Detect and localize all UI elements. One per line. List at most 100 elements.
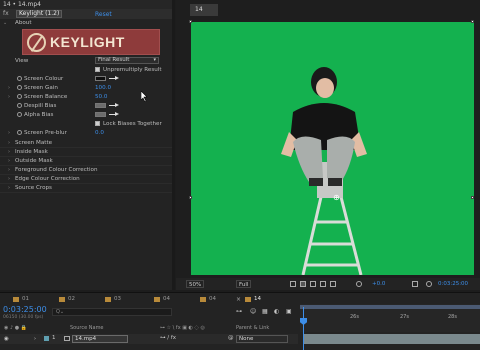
transform-handle[interactable] <box>189 20 192 23</box>
transform-handle[interactable] <box>471 196 474 199</box>
chevron-right-icon[interactable]: › <box>8 157 10 165</box>
panel-header: 14 • 14.mp4 <box>0 0 172 9</box>
layer-number: 1 <box>52 335 56 341</box>
despill-bias-swatch[interactable] <box>95 103 106 108</box>
frame-blend-icon[interactable]: ▦ <box>262 308 268 315</box>
stopwatch-icon[interactable] <box>17 112 22 117</box>
ruler-tick: 26s <box>350 314 359 320</box>
transform-handle[interactable] <box>471 20 474 23</box>
group-outside-mask[interactable]: › Outside Mask <box>0 157 172 165</box>
keylight-logo: KEYLIGHT <box>22 29 160 55</box>
alpha-bias-swatch[interactable] <box>95 112 106 117</box>
layer-track-bar[interactable] <box>304 334 480 344</box>
lock-biases-checkbox[interactable] <box>95 121 100 126</box>
tab-01[interactable]: 01 <box>12 295 29 304</box>
mask-icon[interactable] <box>310 281 316 287</box>
chevron-right-icon[interactable]: › <box>34 336 36 342</box>
timeline-tabs: 01 02 03 04 04 × 14 <box>0 292 480 304</box>
stopwatch-icon[interactable] <box>17 103 22 108</box>
green-screen-canvas[interactable]: ⊕ <box>191 22 474 275</box>
color-management-icon[interactable] <box>356 281 362 287</box>
shy-icon[interactable]: ☺ <box>250 308 256 315</box>
alpha-bias-label: Alpha Bias <box>24 112 54 118</box>
unpremultiply-label: Unpremultiply Result <box>103 67 162 73</box>
eyedropper-icon[interactable] <box>109 112 119 117</box>
motion-blur-icon[interactable]: ◐ <box>274 308 279 315</box>
playhead-line[interactable] <box>303 307 304 350</box>
pre-blur-value[interactable]: 0.0 <box>95 129 104 137</box>
chevron-right-icon[interactable]: › <box>8 148 10 156</box>
pickwhip-icon[interactable]: @ <box>228 335 234 341</box>
stopwatch-icon[interactable] <box>17 130 22 135</box>
screen-gain-value[interactable]: 100.0 <box>95 84 111 92</box>
exposure-value[interactable]: +0.0 <box>372 280 385 288</box>
eyedropper-icon[interactable] <box>109 76 119 81</box>
chevron-right-icon[interactable]: › <box>8 166 10 174</box>
chevron-right-icon[interactable]: › <box>8 129 10 137</box>
label-color-icon[interactable] <box>44 336 49 341</box>
unpremultiply-row: Unpremultiply Result <box>0 66 172 74</box>
zoom-dropdown[interactable]: 50% <box>186 280 205 288</box>
screen-colour-label: Screen Colour <box>24 76 64 82</box>
keylight-logo-icon <box>27 33 46 52</box>
channel-icon[interactable] <box>330 281 336 287</box>
panel-divider[interactable] <box>172 0 175 290</box>
tab-03[interactable]: 03 <box>104 295 121 304</box>
view-dropdown[interactable]: Final Result ▾ <box>95 57 159 64</box>
fx-toggle-icon[interactable]: fx <box>3 10 9 17</box>
screen-colour-swatch[interactable] <box>95 76 106 81</box>
viewer-timecode[interactable]: 0:03:25:00 <box>438 280 468 288</box>
stopwatch-icon[interactable] <box>17 85 22 90</box>
anchor-point-icon: ⊕ <box>333 193 340 202</box>
current-time[interactable]: 0:03:25:00 <box>3 305 47 314</box>
group-source-crops[interactable]: › Source Crops <box>0 184 172 192</box>
unpremultiply-checkbox[interactable] <box>95 67 100 72</box>
transparency-grid-icon[interactable] <box>300 281 306 287</box>
layer-row[interactable]: ◉ › 1 14.mp4 ⊶ ∕ fx @ None <box>0 334 298 344</box>
about-label: About <box>15 20 32 26</box>
group-label: Inside Mask <box>15 149 48 155</box>
eyedropper-icon[interactable] <box>109 103 119 108</box>
group-edge-colour-correction[interactable]: › Edge Colour Correction <box>0 175 172 183</box>
source-name-header: Source Name <box>70 325 104 331</box>
effect-controls-panel: 14 • 14.mp4 fx Keylight (1.2) Reset ⌄ Ab… <box>0 0 172 290</box>
tab-14[interactable]: 14 <box>244 295 261 304</box>
camera-icon[interactable] <box>412 281 418 287</box>
group-screen-matte[interactable]: › Screen Matte <box>0 139 172 147</box>
effect-row[interactable]: fx Keylight (1.2) Reset <box>0 9 172 19</box>
group-foreground-colour-correction[interactable]: › Foreground Colour Correction <box>0 166 172 174</box>
parent-dropdown[interactable]: None <box>236 335 288 343</box>
chevron-right-icon[interactable]: › <box>8 139 10 147</box>
effect-name[interactable]: Keylight (1.2) <box>16 10 63 18</box>
tab-02[interactable]: 02 <box>58 295 75 304</box>
tab-04[interactable]: 04 <box>153 295 170 304</box>
chevron-right-icon[interactable]: › <box>8 93 10 101</box>
guides-icon[interactable] <box>320 281 326 287</box>
chevron-right-icon[interactable]: › <box>8 184 10 192</box>
close-icon[interactable]: × <box>236 296 241 303</box>
reset-link[interactable]: Reset <box>95 11 112 18</box>
eye-icon[interactable]: ◉ <box>4 336 9 342</box>
layer-switches[interactable]: ⊶ ∕ fx <box>160 335 176 341</box>
transform-handle[interactable] <box>189 196 192 199</box>
layer-search-input[interactable]: Q⌄ <box>52 308 172 316</box>
comp-switches-icon[interactable]: ⊶ <box>236 308 242 315</box>
stopwatch-icon[interactable] <box>17 94 22 99</box>
stopwatch-icon[interactable] <box>17 76 22 81</box>
show-channel-icon[interactable] <box>426 281 432 287</box>
graph-editor-icon[interactable]: ▣ <box>286 308 292 315</box>
chevron-right-icon[interactable]: › <box>8 175 10 183</box>
about-row[interactable]: ⌄ About <box>0 19 172 27</box>
layer-name[interactable]: 14.mp4 <box>72 335 128 343</box>
group-label: Screen Matte <box>15 140 53 146</box>
resolution-dropdown[interactable]: Full <box>236 280 252 288</box>
group-inside-mask[interactable]: › Inside Mask <box>0 148 172 156</box>
chevron-right-icon[interactable]: › <box>8 84 10 92</box>
region-icon[interactable] <box>290 281 296 287</box>
comp-tab[interactable]: 14 <box>190 4 218 16</box>
tab-04b[interactable]: 04 <box>199 295 216 304</box>
pre-blur-row: › Screen Pre-blur 0.0 <box>0 129 172 137</box>
work-area-bar[interactable] <box>300 305 480 309</box>
screen-balance-value[interactable]: 50.0 <box>95 93 107 101</box>
chevron-down-icon[interactable]: ⌄ <box>3 19 7 27</box>
